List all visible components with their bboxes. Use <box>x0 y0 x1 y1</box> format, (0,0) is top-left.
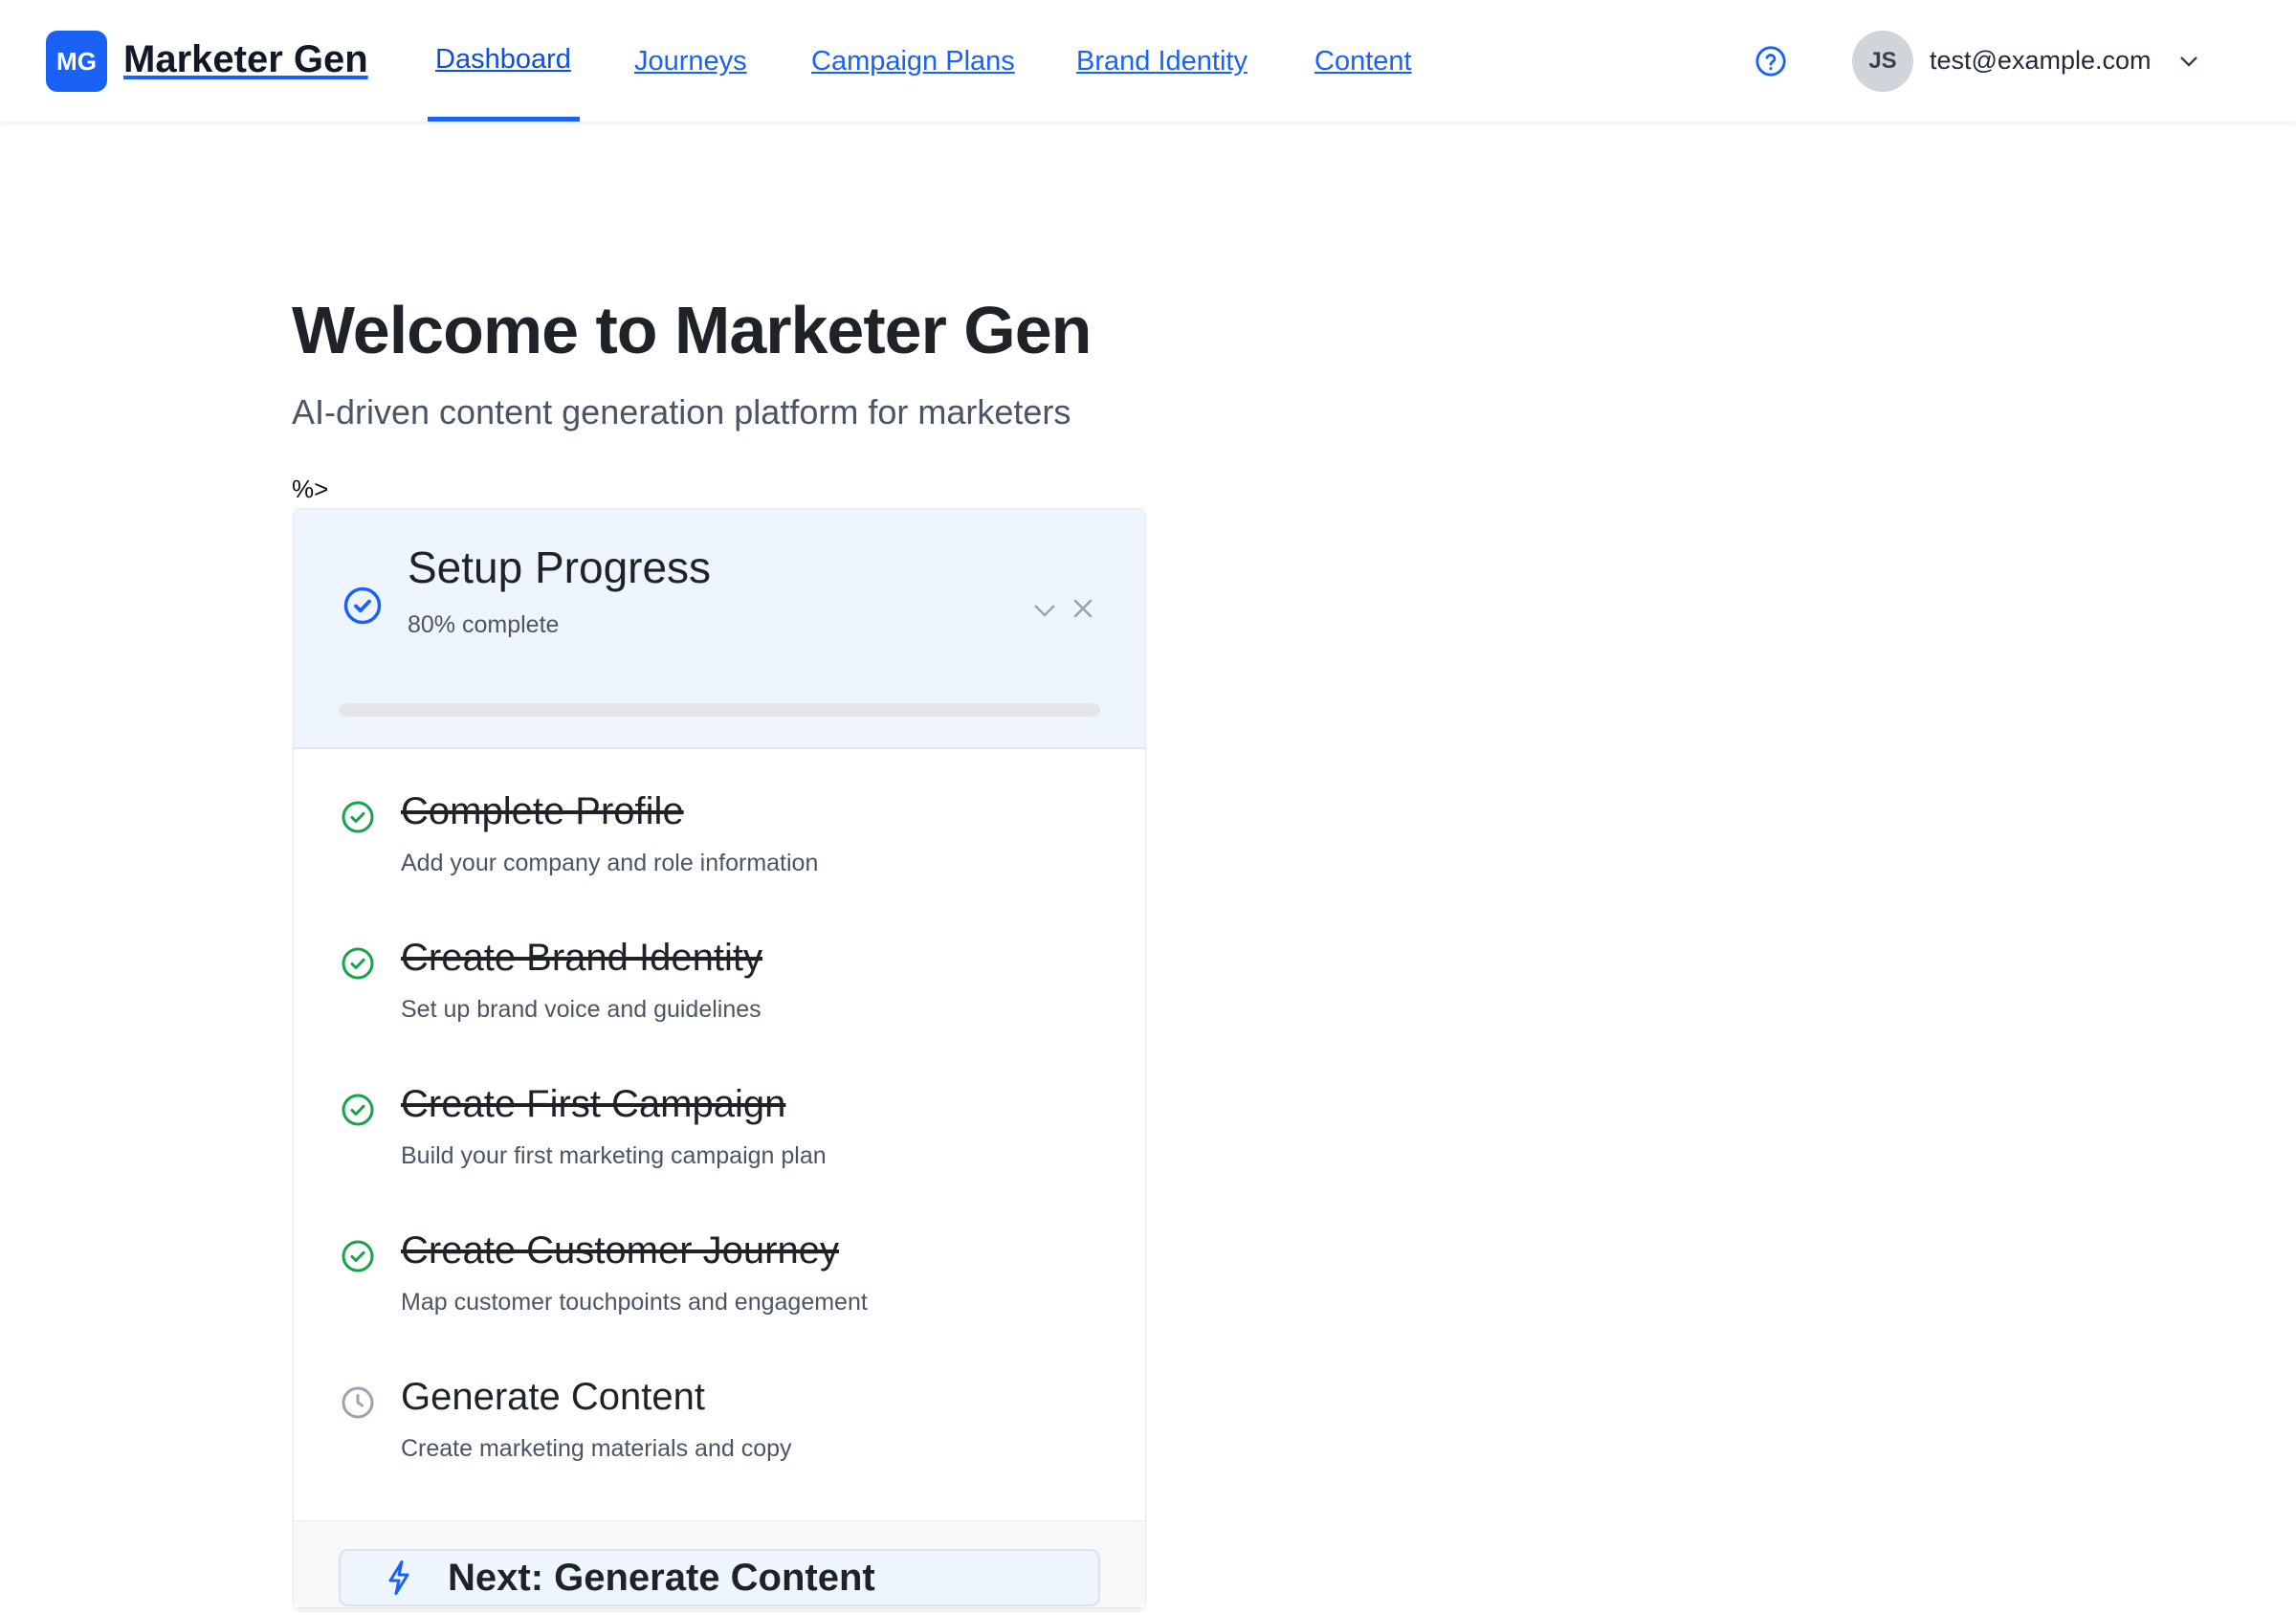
user-email[interactable]: test@example.com <box>1930 46 2152 76</box>
user-avatar[interactable]: JS <box>1852 31 1913 92</box>
nav-dashboard[interactable]: Dashboard <box>435 44 571 76</box>
next-step-box[interactable]: Next: Generate Content <box>339 1549 1100 1606</box>
step-description: Create marketing materials and copy <box>401 1435 792 1462</box>
collapse-chevron-icon[interactable] <box>1030 596 1059 625</box>
step-title: Create First Campaign <box>401 1083 786 1125</box>
step-description: Map customer touchpoints and engagement <box>401 1289 868 1316</box>
help-icon[interactable] <box>1755 45 1787 77</box>
active-tab-indicator <box>428 117 580 122</box>
setup-step[interactable]: Create Customer Journey Map customer touc… <box>294 1222 1145 1356</box>
page-title: Welcome to Marketer Gen <box>292 293 1092 367</box>
nav-campaign-plans[interactable]: Campaign Plans <box>811 46 1015 77</box>
setup-progress-card: Setup Progress 80% complete Complete Pro… <box>293 508 1146 1608</box>
logo-badge[interactable]: MG <box>46 31 107 92</box>
close-icon[interactable] <box>1069 594 1097 623</box>
setup-progress-title: Setup Progress <box>408 542 712 592</box>
step-description: Set up brand voice and guidelines <box>401 996 762 1023</box>
step-title: Generate Content <box>401 1376 705 1418</box>
check-circle-icon <box>342 947 374 980</box>
next-step-label: Next: Generate Content <box>448 1557 875 1599</box>
setup-step[interactable]: Create First Campaign Build your first ma… <box>294 1075 1145 1209</box>
check-circle-icon <box>343 586 382 625</box>
nav-journeys[interactable]: Journeys <box>634 46 747 77</box>
step-description: Add your company and role information <box>401 850 819 876</box>
progress-bar <box>339 703 1100 717</box>
chevron-down-icon[interactable] <box>2177 50 2200 73</box>
nav-brand-identity[interactable]: Brand Identity <box>1076 46 1247 77</box>
lightning-icon <box>388 1560 409 1595</box>
progress-label: 80% complete <box>408 611 560 638</box>
setup-footer: Next: Generate Content <box>294 1520 1145 1607</box>
check-circle-icon <box>342 1094 374 1126</box>
step-description: Build your first marketing campaign plan <box>401 1142 827 1169</box>
step-title: Complete Profile <box>401 790 684 832</box>
nav-content[interactable]: Content <box>1314 46 1412 77</box>
brand-link[interactable]: Marketer Gen <box>123 38 368 81</box>
setup-step[interactable]: Complete Profile Add your company and rol… <box>294 783 1145 917</box>
check-circle-icon <box>342 801 374 833</box>
setup-step[interactable]: Generate Content Create marketing materia… <box>294 1368 1145 1502</box>
stray-template-text: %> <box>292 475 329 503</box>
step-title: Create Customer Journey <box>401 1229 839 1272</box>
check-circle-icon <box>342 1240 374 1272</box>
setup-step[interactable]: Create Brand Identity Set up brand voice … <box>294 929 1145 1063</box>
setup-progress-header[interactable]: Setup Progress 80% complete <box>294 509 1145 749</box>
top-navbar: MG Marketer Gen Dashboard Journeys Campa… <box>0 0 2296 122</box>
page-subtitle: AI-driven content generation platform fo… <box>292 392 1071 431</box>
clock-icon <box>342 1386 374 1419</box>
step-title: Create Brand Identity <box>401 937 762 979</box>
